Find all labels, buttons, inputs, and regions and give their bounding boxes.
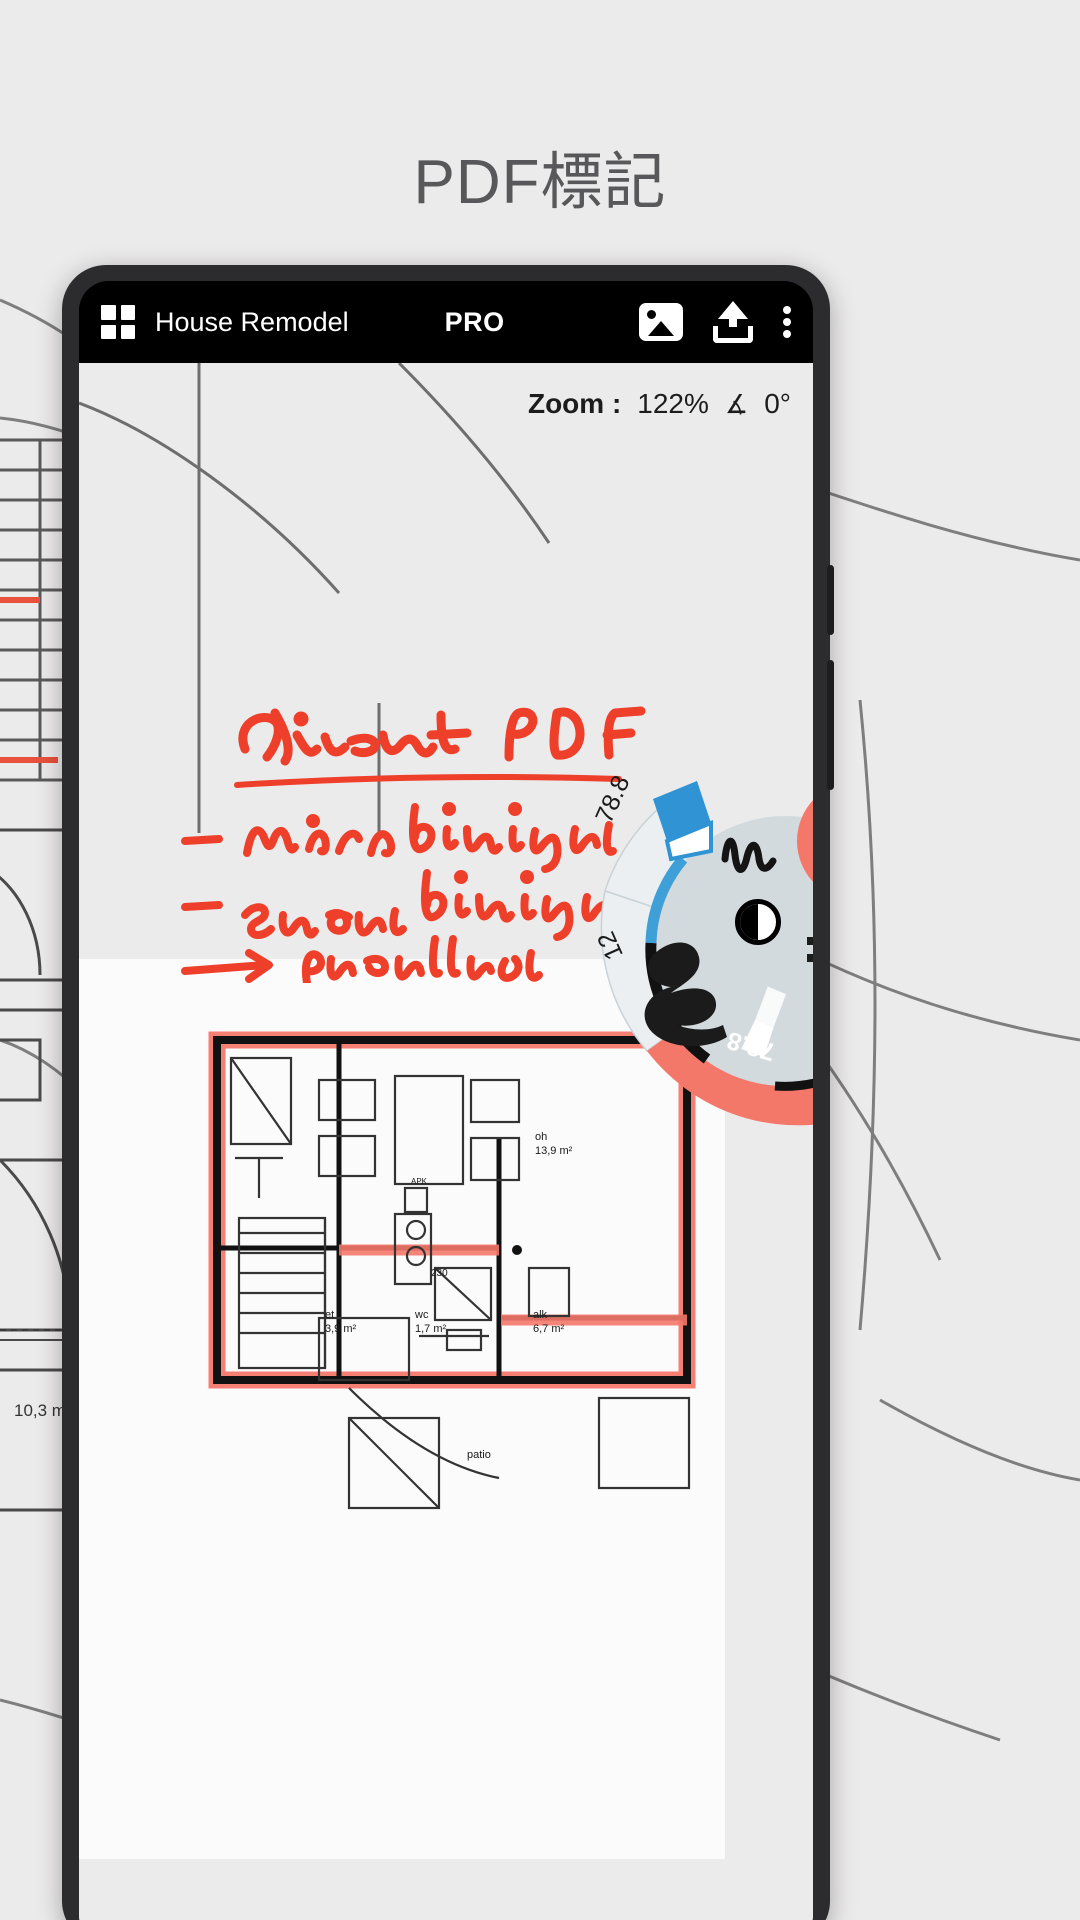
- svg-text:oh: oh: [535, 1131, 547, 1143]
- svg-text:patio: patio: [467, 1449, 491, 1461]
- angle-value: 0°: [764, 388, 791, 419]
- svg-text:230: 230: [431, 1268, 448, 1279]
- image-icon[interactable]: [639, 303, 683, 341]
- svg-text:et: et: [325, 1309, 334, 1321]
- overflow-menu-icon[interactable]: [783, 302, 791, 342]
- phone-frame: House Remodel PRO oh 13,9 m² et 3,9 m² w…: [62, 265, 834, 1920]
- svg-text:6,7 m²: 6,7 m²: [533, 1323, 565, 1335]
- app-bar: House Remodel PRO: [79, 281, 813, 363]
- app-title: House Remodel: [155, 306, 349, 337]
- document-canvas[interactable]: oh 13,9 m² et 3,9 m² wc 1,7 m² alk 6,7 m² pa…: [79, 363, 813, 1920]
- contrast-tool-icon[interactable]: [735, 899, 781, 945]
- svg-text:1,7 m²: 1,7 m²: [415, 1323, 447, 1335]
- svg-text:13,9 m²: 13,9 m²: [535, 1145, 573, 1157]
- angle-icon: ∡: [724, 388, 749, 419]
- zoom-label: Zoom :: [527, 388, 622, 419]
- page-title: PDF標記: [413, 148, 667, 217]
- svg-text:wc: wc: [414, 1309, 429, 1321]
- svg-text:3,9 m²: 3,9 m²: [325, 1323, 357, 1335]
- pro-badge: PRO: [444, 306, 505, 337]
- app-bar-actions: [639, 301, 813, 343]
- radial-tool-wheel[interactable]: 78.8 12 78.8 8.4: [575, 741, 813, 1161]
- zoom-indicator[interactable]: Zoom : 122% ∡ 0°: [501, 379, 813, 429]
- svg-text:alk: alk: [533, 1309, 548, 1321]
- phone-power-button[interactable]: [827, 565, 834, 635]
- line-weight-tool-icon[interactable]: [807, 937, 813, 971]
- upload-icon[interactable]: [713, 301, 753, 343]
- grid-icon[interactable]: [101, 305, 135, 339]
- svg-text:APK: APK: [411, 1177, 428, 1186]
- phone-volume-button[interactable]: [827, 660, 834, 790]
- phone-screen: House Remodel PRO oh 13,9 m² et 3,9 m² w…: [79, 281, 813, 1920]
- zoom-value: 122%: [637, 388, 709, 419]
